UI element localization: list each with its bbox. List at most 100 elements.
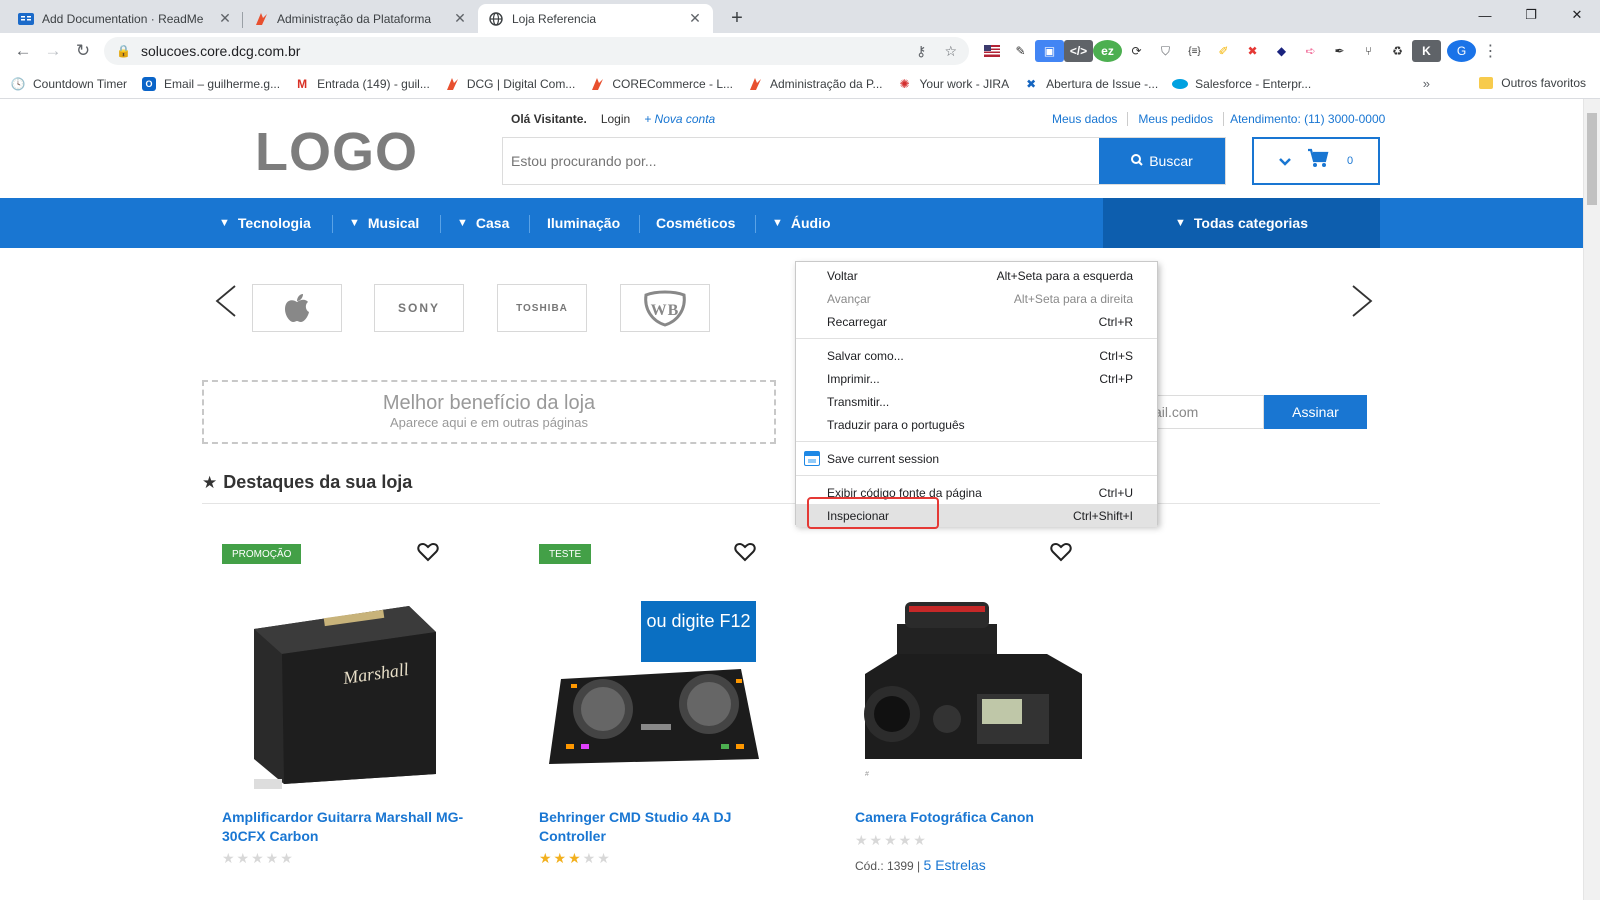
menu-item-save-session[interactable]: Save current session [796,447,1157,470]
menu-item-cast[interactable]: Transmitir... [796,390,1157,413]
newsletter-email-input[interactable]: ail.com [1154,395,1264,429]
my-data-link[interactable]: Meus dados [1052,112,1129,126]
scrollbar-thumb[interactable] [1587,113,1597,205]
category-iluminacao[interactable]: Iluminação [547,198,620,248]
login-link[interactable]: Login [601,112,630,126]
k-icon[interactable]: K [1412,40,1441,62]
bookmark-jira[interactable]: ✺ Your work - JIRA [897,76,1009,92]
json-icon[interactable]: {≡} [1180,40,1209,62]
bookmark-salesforce[interactable]: Salesforce - Enterpr... [1172,76,1311,92]
cross-icon[interactable]: ✖ [1238,40,1267,62]
diamond-icon[interactable]: ◆ [1267,40,1296,62]
minimize-icon[interactable]: — [1462,0,1508,30]
bookmark-label: Abertura de Issue -... [1046,76,1159,91]
menu-item-reload[interactable]: Recarregar Ctrl+R [796,310,1157,333]
carousel-next-icon[interactable] [1350,279,1374,329]
tab-readme[interactable]: Add Documentation · ReadMe ✕ [8,4,243,33]
menu-item-forward[interactable]: Avançar Alt+Seta para a direita [796,287,1157,310]
subscribe-button[interactable]: Assinar [1264,395,1367,429]
close-window-icon[interactable]: ✕ [1554,0,1600,30]
product-card[interactable]: # Camera Fotográfica Canon ★★★★★ Cód.: 1… [835,542,1115,900]
bookmark-issue[interactable]: ✖ Abertura de Issue -... [1023,76,1158,92]
other-bookmarks-folder[interactable]: Outros favoritos [1479,76,1586,90]
gmail-icon: M [297,76,308,91]
close-tab-icon[interactable]: ✕ [452,10,468,27]
menu-item-save-as[interactable]: Salvar como... Ctrl+S [796,344,1157,367]
tab-admin[interactable]: Administração da Plataforma ✕ [243,4,478,33]
code-icon[interactable]: </> [1064,40,1093,62]
brand-apple[interactable] [252,284,342,332]
menu-item-back[interactable]: Voltar Alt+Seta para a esquerda [796,264,1157,287]
bookmark-dcg[interactable]: DCG | Digital Com... [444,76,575,92]
star-icon: ★ [202,472,218,492]
restore-icon[interactable]: ❐ [1508,0,1554,30]
product-card[interactable]: PROMOÇÃO Marshall Amplificardor Guitarra… [202,542,482,900]
bookmark-gmail[interactable]: M Entrada (149) - guil... [294,76,430,92]
heart-icon[interactable] [734,542,756,568]
timer-icon[interactable]: ⟳ [1122,40,1151,62]
bookmark-admin[interactable]: Administração da P... [747,76,883,92]
address-bar[interactable]: 🔒 solucoes.core.dcg.com.br ⚷ ☆ [104,37,969,65]
highlighter-icon[interactable]: ✐ [1209,40,1238,62]
bookmark-label: DCG | Digital Com... [466,76,576,91]
back-icon[interactable]: ← [8,36,38,66]
product-name[interactable]: Amplificardor Guitarra Marshall MG-30CFX… [222,808,482,846]
brand-sony[interactable]: SONY [374,284,464,332]
my-orders-link[interactable]: Meus pedidos [1128,112,1225,126]
category-label: Tecnologia [237,215,311,231]
close-tab-icon[interactable]: ✕ [217,10,233,27]
bookmark-email[interactable]: O Email – guilherme.g... [141,76,280,92]
extension-green-icon[interactable]: ez [1093,40,1122,62]
bookmark-star-icon[interactable]: ☆ [944,43,957,60]
branch-icon[interactable]: ⑂ [1354,40,1383,62]
key-icon[interactable]: ⚷ [916,43,926,60]
tab-loja[interactable]: Loja Referencia ✕ [478,4,713,33]
heart-icon[interactable] [417,542,439,568]
lock-icon[interactable]: 🔒 [116,44,131,58]
page-scrollbar[interactable] [1583,99,1600,900]
benefit-banner[interactable]: Melhor benefício da loja Aparece aqui e … [202,380,776,444]
arrow-icon[interactable]: ➪ [1296,40,1325,62]
menu-item-print[interactable]: Imprimir... Ctrl+P [796,367,1157,390]
category-casa[interactable]: ▼ Casa [457,198,509,248]
carousel-prev-icon[interactable] [214,279,238,329]
cart-button[interactable]: 0 [1252,137,1380,185]
brand-toshiba[interactable]: TOSHIBA [497,284,587,332]
forward-icon[interactable]: → [38,36,68,66]
brand-wb[interactable]: WB [620,284,710,332]
category-cosmeticos[interactable]: Cosméticos [656,198,735,248]
close-tab-icon[interactable]: ✕ [687,10,703,27]
extension-blue-icon[interactable]: ▣ [1035,40,1064,62]
pen-icon[interactable]: ✎ [1006,40,1035,62]
category-tecnologia[interactable]: ▼ Tecnologia [219,198,311,248]
bookmarks-overflow-button[interactable]: » [1423,76,1430,91]
heart-icon[interactable] [1050,542,1072,568]
bookmark-countdown[interactable]: 🕓 Countdown Timer [10,76,128,92]
bookmark-corecommerce[interactable]: CORECommerce - L... [589,76,733,92]
product-name[interactable]: Camera Fotográfica Canon [855,808,1115,827]
new-tab-button[interactable]: + [723,4,751,32]
search-button-label: Buscar [1149,153,1193,169]
eyedropper-icon[interactable]: ✒ [1325,40,1354,62]
search-input[interactable] [503,138,1099,184]
all-categories-button[interactable]: ▼ Todas categorias [1103,198,1380,248]
chevron-down-icon: ▼ [457,217,468,229]
search-button[interactable]: Buscar [1099,138,1225,184]
product-card[interactable]: TESTE Behringer CMD Studio 4A DJ Control… [519,542,799,900]
category-musical[interactable]: ▼ Musical [349,198,419,248]
rating-link[interactable]: 5 Estrelas [924,857,986,873]
us-flag-icon[interactable] [977,40,1006,62]
menu-item-translate[interactable]: Traduzir para o português [796,413,1157,436]
product-name[interactable]: Behringer CMD Studio 4A DJ Controller [539,808,799,846]
reload-icon[interactable]: ↻ [68,36,98,66]
profile-avatar[interactable]: G [1447,40,1476,62]
menu-dots-icon[interactable]: ⋮ [1476,40,1505,62]
new-account-link[interactable]: + Nova conta [644,112,715,126]
jira-blue-icon: ✖ [1026,76,1037,91]
support-phone-link[interactable]: Atendimento: (11) 3000-0000 [1224,112,1385,126]
shield-icon[interactable]: ⛉ [1151,40,1180,62]
store-logo[interactable]: LOGO [255,121,418,183]
nav-divider [755,215,756,233]
recycle-icon[interactable]: ♻ [1383,40,1412,62]
category-audio[interactable]: ▼ Áudio [772,198,831,248]
